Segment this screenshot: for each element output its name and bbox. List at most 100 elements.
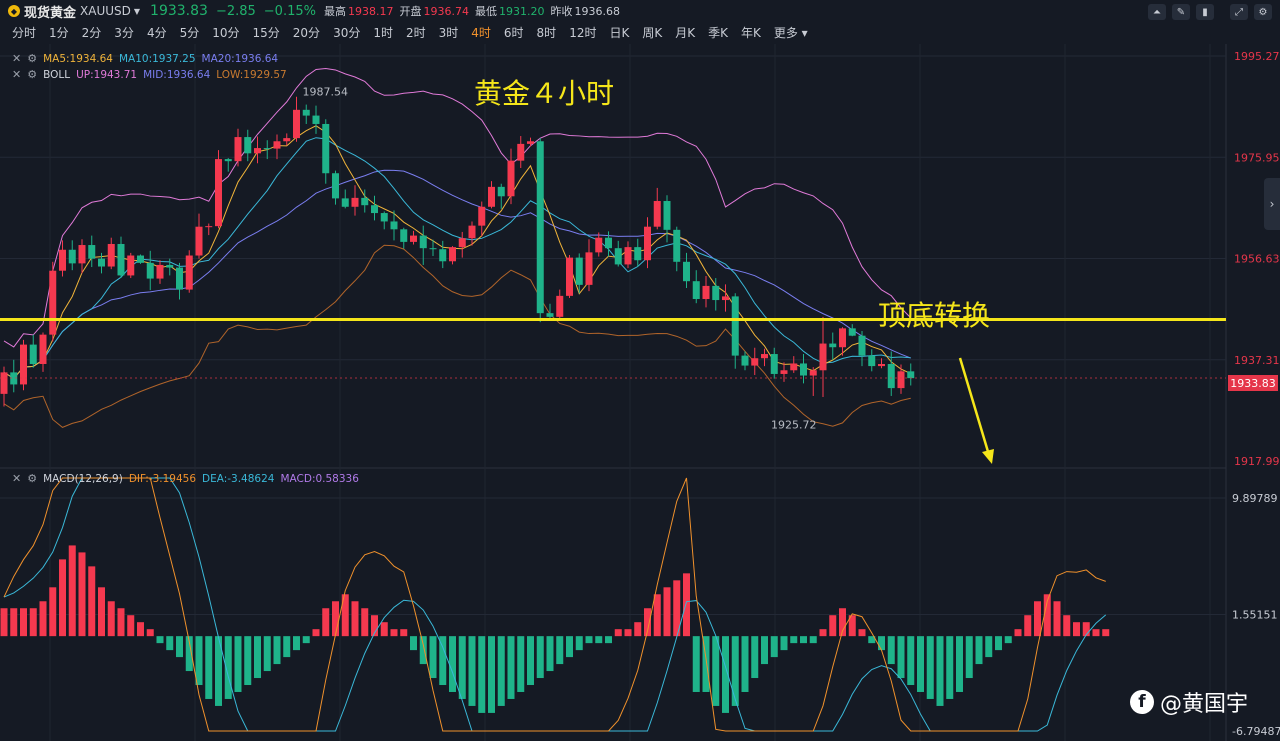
macd-axis-label: 1.55151 <box>1232 609 1278 622</box>
candle-body <box>224 159 232 162</box>
price-axis-label: 1937.31 <box>1234 354 1280 367</box>
candle-body <box>702 285 710 300</box>
candle-body <box>868 355 876 367</box>
candle-body <box>887 363 895 389</box>
macd-histogram-bar <box>137 622 144 637</box>
macd-histogram-bar <box>741 636 749 692</box>
macd-histogram-bar <box>605 636 612 644</box>
candle-body <box>185 255 193 290</box>
macd-histogram-bar <box>439 636 447 686</box>
macd-histogram-bar <box>49 587 57 637</box>
macd-dif-value: DIF:-3.19456 <box>128 472 196 485</box>
macd-histogram-bar <box>497 636 505 706</box>
candle-body <box>107 243 115 267</box>
macd-histogram-bar <box>1063 615 1071 637</box>
close-macd-icon[interactable]: ✕ <box>12 472 21 485</box>
candle-body <box>692 281 700 300</box>
macd-histogram-bar <box>449 636 456 692</box>
ma5-value: MA5:1934.64 <box>43 52 113 65</box>
candle-body <box>98 258 105 267</box>
candle-body <box>410 235 417 242</box>
candle-body <box>712 285 720 301</box>
macd-histogram-bar <box>88 566 96 637</box>
ma10-value: MA10:1937.25 <box>118 52 196 65</box>
candle-body <box>195 226 203 256</box>
candle-body <box>302 109 310 116</box>
macd-histogram-bar <box>926 636 934 699</box>
close-boll-icon[interactable]: ✕ <box>12 68 21 81</box>
ma20-value: MA20:1936.64 <box>201 52 279 65</box>
macd-axis-label: 9.89789 <box>1232 492 1278 505</box>
boll-low-value: LOW:1929.57 <box>216 68 287 81</box>
boll-settings-gear-icon[interactable]: ⚙ <box>27 68 37 81</box>
macd-histogram-bar <box>897 636 905 679</box>
candle-body <box>400 229 408 242</box>
candle-body <box>312 115 320 124</box>
candle-body <box>215 159 222 227</box>
macd-histogram-bar <box>663 587 671 637</box>
candle-body <box>49 270 57 335</box>
price-axis-label: 1975.95 <box>1234 151 1280 164</box>
macd-histogram-bar <box>683 573 690 637</box>
candle-body <box>254 148 261 154</box>
candle-body <box>497 186 505 197</box>
macd-histogram-bar <box>127 615 135 637</box>
macd-histogram-bar <box>0 608 8 637</box>
macd-histogram-bar <box>117 608 125 637</box>
candle-body <box>29 344 37 364</box>
close-ma-icon[interactable]: ✕ <box>12 52 21 65</box>
macd-histogram-bar <box>878 636 885 651</box>
boll-up-value: UP:1943.71 <box>76 68 138 81</box>
candle-body <box>478 206 486 226</box>
macd-histogram-bar <box>566 636 573 658</box>
candle-body <box>605 237 612 249</box>
candle-body <box>439 249 447 262</box>
macd-histogram-bar <box>1102 629 1110 637</box>
candle-body <box>644 226 651 261</box>
macd-macd-value: MACD:0.58336 <box>280 472 359 485</box>
macd-histogram-bar <box>887 636 895 665</box>
macd-axis-label: -6.79487 <box>1232 725 1280 738</box>
macd-histogram-bar <box>488 636 495 713</box>
candle-body <box>137 255 144 263</box>
macd-histogram-bar <box>156 636 164 644</box>
candle-body <box>761 354 768 359</box>
candle-body <box>741 355 749 366</box>
macd-name: MACD(12,26,9) <box>43 472 123 485</box>
macd-histogram-bar <box>146 629 154 637</box>
macd-histogram-bar <box>858 629 866 637</box>
candle-body <box>536 141 544 314</box>
macd-histogram-bar <box>302 636 310 644</box>
macd-histogram-bar <box>1014 629 1022 637</box>
macd-histogram-bar <box>98 587 105 637</box>
watermark-logo-icon: f <box>1130 690 1154 714</box>
macd-histogram-bar <box>59 559 66 637</box>
annotation-title: 黄金４小时 <box>474 77 615 110</box>
macd-histogram-bar <box>575 636 583 651</box>
side-panel-toggle-chevron-icon[interactable]: › <box>1264 178 1280 230</box>
macd-histogram-bar <box>254 636 261 679</box>
candle-body <box>614 248 622 265</box>
candle-body <box>205 226 213 228</box>
candle-body <box>263 148 271 150</box>
candle-body <box>790 363 798 371</box>
candle-body <box>371 205 378 214</box>
candle-body <box>780 370 788 374</box>
candle-body <box>829 343 837 348</box>
watermark-text: @黄国宇 <box>1160 692 1249 717</box>
macd-histogram-bar <box>946 636 954 699</box>
macd-histogram-bar <box>107 601 115 637</box>
macd-histogram-bar <box>614 629 622 637</box>
candle-body <box>907 371 915 379</box>
macd-settings-gear-icon[interactable]: ⚙ <box>27 472 37 485</box>
macd-histogram-bar <box>780 636 788 651</box>
price-chart[interactable]: 1987.54 1925.72 1995.27 1975.95 1956.63 1937.… <box>0 0 1280 741</box>
ma-settings-gear-icon[interactable]: ⚙ <box>27 52 37 65</box>
macd-histogram-bar <box>536 636 544 679</box>
macd-dea-value: DEA:-3.48624 <box>202 472 275 485</box>
macd-histogram-bar <box>809 636 817 644</box>
macd-histogram-bar <box>39 601 47 637</box>
macd-histogram-bar <box>653 594 661 637</box>
candle-body <box>507 160 515 197</box>
macd-histogram-bar <box>478 636 486 713</box>
